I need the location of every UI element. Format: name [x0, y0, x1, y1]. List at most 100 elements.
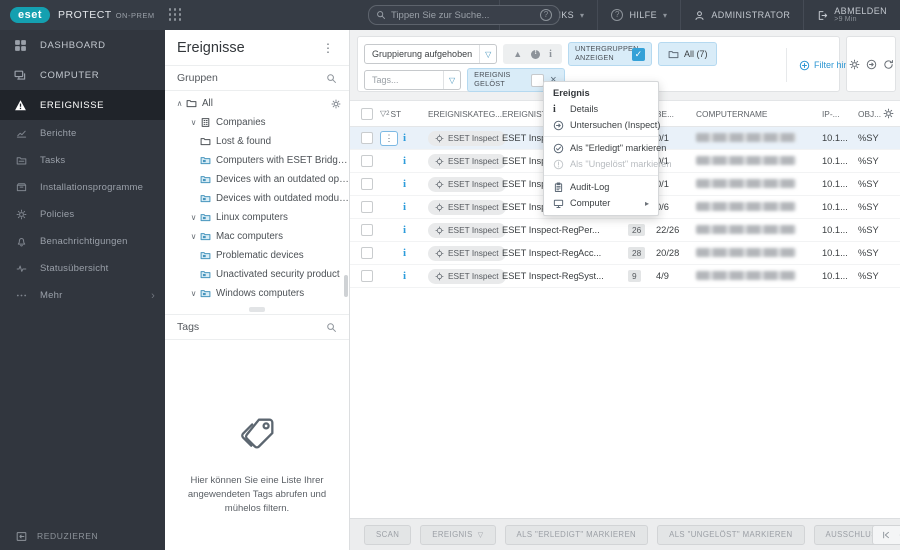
panel-scrollbar[interactable] — [344, 275, 348, 297]
inspect-target-icon — [435, 133, 444, 143]
tree-chevron-icon[interactable]: ∨ — [187, 232, 200, 241]
collapse-icon — [16, 531, 27, 542]
ip-cell: 10.1... — [822, 248, 848, 258]
group-filter-chip[interactable]: All (7) — [657, 42, 718, 66]
severity-info-icon[interactable]: i — [403, 178, 406, 190]
panel-menu-icon[interactable]: ⋮ — [319, 41, 337, 55]
grouping-dropdown[interactable]: Gruppierung aufgehoben ▽ — [364, 44, 498, 64]
table-row[interactable]: i ESET InspectESET Inspect-Reg...Syst... 9… — [350, 265, 900, 288]
menu-item-label: Computer — [570, 198, 611, 208]
severity-info-icon[interactable]: i — [403, 270, 406, 282]
tree-item-lost-found[interactable]: Lost & found — [165, 132, 349, 151]
computer-name-redacted — [696, 247, 796, 257]
tree-item-computers-with-eset-bridge-installed[interactable]: Computers with ESET Bridge installed — [165, 151, 349, 170]
ereignis-button[interactable]: EREIGNIS ▽ — [420, 524, 496, 545]
tags-search-icon[interactable] — [326, 322, 337, 333]
menu-item-audit-log[interactable]: Audit-Log — [544, 179, 658, 195]
sidebar-item-status-bersicht[interactable]: Statusübersicht — [0, 255, 165, 282]
table-settings-icon[interactable] — [849, 59, 860, 70]
severity-info-icon[interactable]: i — [403, 155, 406, 167]
severity-info-icon[interactable]: i — [403, 132, 406, 144]
severity-info-icon[interactable]: i — [549, 49, 552, 60]
panel-resize-handle[interactable] — [249, 307, 265, 312]
user-menu[interactable]: ADMINISTRATOR — [680, 0, 803, 30]
select-all-checkbox[interactable] — [361, 107, 373, 120]
row-checkbox[interactable] — [361, 247, 373, 259]
tree-item-all[interactable]: ∧ All — [165, 94, 349, 113]
logout-button[interactable]: ABMELDEN >9 Min — [803, 0, 900, 30]
tree-item-mac-computers[interactable]: ∨ Mac computers — [165, 227, 349, 246]
scan-button[interactable]: SCAN — [364, 524, 412, 545]
tree-chevron-icon[interactable]: ∨ — [187, 289, 200, 298]
menu-item-computer[interactable]: Computer ▸ — [544, 195, 658, 211]
row-checkbox[interactable] — [361, 132, 373, 144]
apps-grid-icon[interactable] — [168, 8, 183, 22]
column-header-be[interactable]: BE... — [656, 109, 696, 119]
clipboard-icon — [553, 182, 564, 193]
help-menu[interactable]: ? HILFE ▾ — [597, 0, 680, 30]
column-header-ip[interactable]: IP-... — [822, 109, 858, 119]
row-checkbox[interactable] — [361, 155, 373, 167]
sidebar-item-dashboard[interactable]: DASHBOARD — [0, 30, 165, 60]
tree-item-windows-computers[interactable]: ∨ Windows computers — [165, 284, 349, 303]
menu-item-als-ungel-st-markieren[interactable]: Als "Ungelöst" markieren — [544, 156, 672, 172]
sidebar-item-mehr[interactable]: Mehr › — [0, 282, 165, 309]
menu-item-als-erledigt-markieren[interactable]: Als "Erledigt" markieren — [544, 140, 666, 156]
export-icon[interactable] — [866, 59, 877, 70]
severity-warning-icon[interactable]: ▲ — [513, 49, 522, 59]
row-context-menu-button[interactable]: ⋮ — [380, 130, 398, 146]
object-cell: %SY — [858, 248, 879, 258]
tree-item-problematic-devices[interactable]: Problematic devices — [165, 246, 349, 265]
sidebar-item-ereignisse[interactable]: EREIGNISSE — [0, 90, 165, 120]
product-name: PROTECT — [58, 9, 112, 21]
sidebar-item-benachrichtigungen[interactable]: Benachrichtigungen — [0, 228, 165, 255]
tree-item-linux-computers[interactable]: ∨ Linux computers — [165, 208, 349, 227]
column-header-st[interactable]: ▽ 2 ST — [380, 109, 428, 119]
template-icon — [200, 174, 216, 185]
tree-chevron-icon[interactable]: ∨ — [187, 118, 200, 127]
collapse-sidebar-button[interactable]: REDUZIEREN — [0, 522, 165, 550]
severity-info-icon[interactable]: i — [403, 224, 406, 236]
row-checkbox[interactable] — [361, 178, 373, 190]
row-checkbox[interactable] — [361, 224, 373, 236]
tree-chevron-icon[interactable]: ∧ — [173, 99, 186, 108]
severity-info-icon[interactable]: i — [403, 201, 406, 213]
row-checkbox[interactable] — [361, 270, 373, 282]
column-settings-icon[interactable] — [883, 108, 894, 119]
tags-filter-dropdown[interactable]: Tags... ▽ — [364, 70, 462, 90]
column-header-category[interactable]: EREIGNISKATEG... — [428, 109, 502, 119]
sidebar-item-policies[interactable]: Policies — [0, 201, 165, 228]
table-row[interactable]: i ESET InspectESET Inspect-Reg...Per... 26… — [350, 219, 900, 242]
severity-critical-icon[interactable] — [531, 49, 541, 59]
groups-search-icon[interactable] — [326, 73, 337, 84]
plus-circle-icon — [799, 60, 810, 71]
footer-button-label: ALS "ERLEDIGT" MARKIEREN — [516, 530, 637, 539]
sidebar-item-computer[interactable]: COMPUTER — [0, 60, 165, 90]
subgroups-checkbox[interactable]: ✓ — [631, 47, 645, 61]
tree-item-companies[interactable]: ∨ Companies — [165, 113, 349, 132]
row-checkbox[interactable] — [361, 201, 373, 213]
global-search-input[interactable]: Tippen Sie zur Suche... ? — [368, 5, 560, 25]
table-row[interactable]: i ESET InspectESET Inspect-Reg...Acc... 28… — [350, 242, 900, 265]
severity-info-icon[interactable]: i — [403, 247, 406, 259]
als-erledigt-markieren-button[interactable]: ALS "ERLEDIGT" MARKIEREN — [504, 524, 649, 545]
menu-item-untersuchen-inspect[interactable]: Untersuchen (Inspect) — [544, 117, 660, 133]
tree-item-unactivated-security-product[interactable]: Unactivated security product — [165, 265, 349, 284]
grouping-value: Gruppierung aufgehoben — [372, 49, 473, 59]
sidebar-item-tasks[interactable]: Tasks — [0, 147, 165, 174]
first-page-icon[interactable] — [881, 530, 891, 540]
tree-item-devices-with-outdated-modules[interactable]: Devices with outdated modules — [165, 189, 349, 208]
sidebar-item-installationsprogramme[interactable]: Installationsprogramme — [0, 174, 165, 201]
refresh-icon[interactable] — [883, 59, 894, 70]
group-settings-icon[interactable] — [331, 99, 341, 109]
computer-name-redacted — [696, 270, 796, 280]
als-ungel-st-markieren-button[interactable]: ALS "UNGELÖST" MARKIEREN — [657, 524, 805, 545]
tree-chevron-icon[interactable]: ∨ — [187, 213, 200, 222]
menu-item-details[interactable]: i Details — [544, 101, 658, 117]
sidebar-item-berichte[interactable]: Berichte — [0, 120, 165, 147]
search-help-icon[interactable]: ? — [540, 9, 552, 21]
column-header-computername[interactable]: COMPUTERNAME — [696, 109, 822, 119]
show-subgroups-toggle[interactable]: UNTERGRUPPEN ANZEIGEN ✓ — [567, 42, 652, 66]
tree-item-devices-with-an-outdated-operating-system[interactable]: Devices with an outdated operating syste… — [165, 170, 349, 189]
menu-item-label: Als "Erledigt" markieren — [570, 143, 667, 153]
